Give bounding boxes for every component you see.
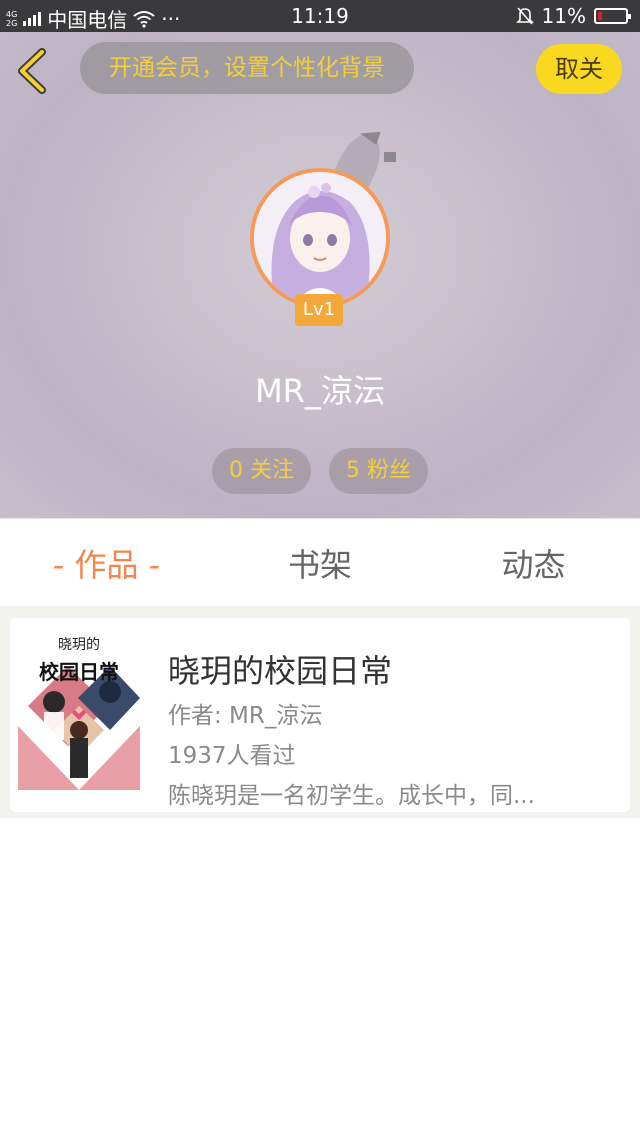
book-author: 作者: MR_涼沄	[168, 703, 323, 729]
bell-muted-icon	[515, 7, 534, 25]
book-cover-title: 校园日常	[39, 660, 119, 684]
fans-count[interactable]: 5 粉丝	[329, 448, 428, 494]
list-item[interactable]: 晓玥的 校园日常 晓玥的校园日常 作者: MR_涼沄 1937人看过 陈晓玥是一…	[10, 618, 630, 812]
battery-percent: 11%	[541, 4, 586, 28]
profile-header: 开通会员，设置个性化背景 取关 Lv1 MR_涼沄 0 关注 5 粉丝	[0, 32, 640, 518]
tab-works[interactable]: - 作品 -	[0, 519, 213, 607]
status-bar: 4G 2G 中国电信 ··· 11:19 11%	[0, 0, 640, 32]
book-cover: 晓玥的 校园日常	[18, 626, 140, 790]
level-badge: Lv1	[295, 294, 343, 326]
book-cover-title-small: 晓玥的	[58, 637, 100, 653]
status-right: 11%	[515, 4, 631, 28]
tab-bookshelf[interactable]: 书架	[213, 519, 427, 607]
tab-activity[interactable]: 动态	[427, 519, 640, 607]
book-views: 1937人看过	[168, 743, 296, 769]
chevron-left-icon	[18, 48, 46, 94]
book-description: 陈晓玥是一名初学生。成长中，同...	[168, 783, 535, 809]
profile-tabs: - 作品 - 书架 动态	[0, 518, 640, 606]
avatar[interactable]	[250, 168, 390, 308]
back-button[interactable]	[12, 46, 56, 96]
username: MR_涼沄	[255, 372, 385, 410]
avatar-decoration-piece	[384, 152, 396, 162]
book-title: 晓玥的校园日常	[168, 652, 393, 690]
battery-icon	[594, 8, 631, 24]
vip-banner[interactable]: 开通会员，设置个性化背景	[80, 42, 414, 94]
following-count[interactable]: 0 关注	[212, 448, 311, 494]
avatar-illustration	[254, 172, 386, 304]
works-list: 晓玥的 校园日常 晓玥的校园日常 作者: MR_涼沄 1937人看过 陈晓玥是一…	[0, 606, 640, 818]
unfollow-button[interactable]: 取关	[536, 44, 622, 94]
